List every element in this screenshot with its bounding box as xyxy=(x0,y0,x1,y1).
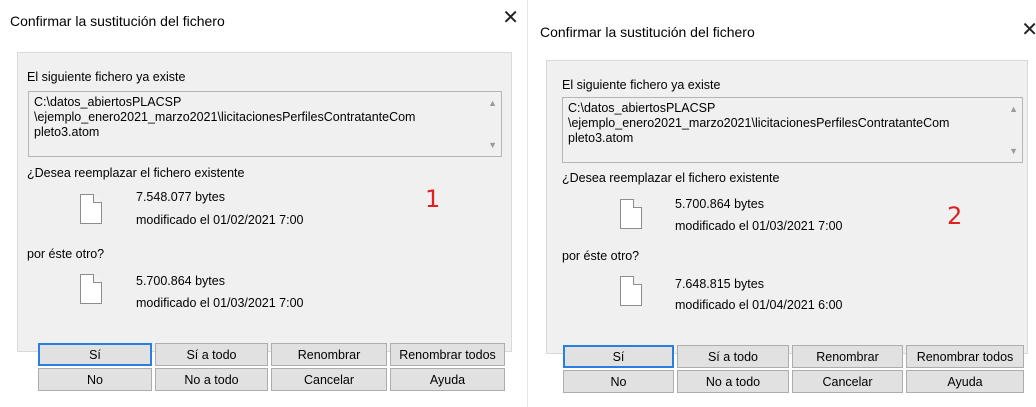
scroll-up-icon[interactable]: ▲ xyxy=(1009,104,1018,114)
no-button[interactable]: No xyxy=(563,370,674,393)
file-path-text: C:\datos_abiertosPLACSP \ejemplo_enero20… xyxy=(568,101,950,145)
no-to-all-button[interactable]: No a todo xyxy=(677,370,789,393)
help-button[interactable]: Ayuda xyxy=(390,368,505,391)
yes-to-all-button[interactable]: Sí a todo xyxy=(677,345,789,368)
new-file-size: 7.648.815 bytes xyxy=(675,277,764,291)
file-icon xyxy=(80,194,102,224)
no-to-all-button[interactable]: No a todo xyxy=(155,368,268,391)
scroll-down-icon[interactable]: ▼ xyxy=(1009,146,1018,156)
replace-question-label: ¿Desea reemplazar el fichero existente xyxy=(562,171,780,185)
existing-file-size: 5.700.864 bytes xyxy=(675,197,764,211)
cancel-button[interactable]: Cancelar xyxy=(271,368,387,391)
file-icon xyxy=(80,274,102,304)
replace-with-label: por éste otro? xyxy=(27,247,105,261)
yes-button[interactable]: Sí xyxy=(563,345,674,368)
scroll-down-icon[interactable]: ▼ xyxy=(488,140,497,150)
file-path-box[interactable]: C:\datos_abiertosPLACSP \ejemplo_enero20… xyxy=(562,97,1023,163)
yes-button[interactable]: Sí xyxy=(38,343,152,366)
dialog-content: El siguiente fichero ya existe C:\datos_… xyxy=(546,60,1028,354)
close-icon[interactable]: ✕ xyxy=(502,8,519,28)
file-path-box[interactable]: C:\datos_abiertosPLACSP \ejemplo_enero20… xyxy=(28,91,502,157)
file-exists-label: El siguiente fichero ya existe xyxy=(562,78,721,92)
new-file-modified: modificado el 01/03/2021 7:00 xyxy=(136,296,304,310)
existing-file-modified: modificado el 01/03/2021 7:00 xyxy=(675,219,843,233)
new-file-size: 5.700.864 bytes xyxy=(136,274,225,288)
file-exists-label: El siguiente fichero ya existe xyxy=(27,70,186,84)
yes-to-all-button[interactable]: Sí a todo xyxy=(155,343,268,366)
rename-all-button[interactable]: Renombrar todos xyxy=(906,345,1024,368)
new-file-modified: modificado el 01/04/2021 6:00 xyxy=(675,298,843,312)
rename-button[interactable]: Renombrar xyxy=(792,345,903,368)
annotation-marker: 2 xyxy=(947,202,963,230)
dialog-title: Confirmar la sustitución del fichero xyxy=(10,13,225,29)
help-button[interactable]: Ayuda xyxy=(906,370,1024,393)
replace-question-label: ¿Desea reemplazar el fichero existente xyxy=(27,166,245,180)
file-path-text: C:\datos_abiertosPLACSP \ejemplo_enero20… xyxy=(34,95,416,139)
replace-file-dialog-1: Confirmar la sustitución del fichero ✕ E… xyxy=(0,0,527,407)
replace-with-label: por éste otro? xyxy=(562,249,640,263)
existing-file-size: 7.548.077 bytes xyxy=(136,190,225,204)
annotation-marker: 1 xyxy=(425,185,441,213)
dialog-content: El siguiente fichero ya existe C:\datos_… xyxy=(17,52,512,352)
rename-all-button[interactable]: Renombrar todos xyxy=(390,343,505,366)
existing-file-modified: modificado el 01/02/2021 7:00 xyxy=(136,213,304,227)
file-icon xyxy=(620,276,642,306)
close-icon[interactable]: ✕ xyxy=(1021,20,1036,40)
no-button[interactable]: No xyxy=(38,368,152,391)
scroll-up-icon[interactable]: ▲ xyxy=(488,98,497,108)
rename-button[interactable]: Renombrar xyxy=(271,343,387,366)
replace-file-dialog-2: Confirmar la sustitución del fichero ✕ E… xyxy=(530,0,1036,407)
cancel-button[interactable]: Cancelar xyxy=(792,370,903,393)
dialog-title: Confirmar la sustitución del fichero xyxy=(540,24,755,40)
file-icon xyxy=(620,199,642,229)
